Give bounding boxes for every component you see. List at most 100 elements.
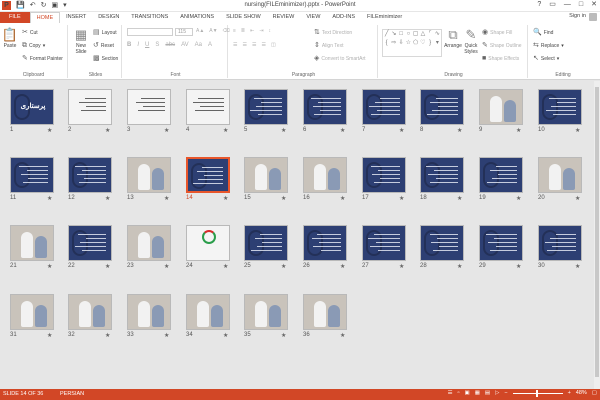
slide-thumbnail-slot[interactable]: 14 ★ — [186, 157, 238, 207]
animation-star-icon[interactable]: ★ — [105, 263, 110, 270]
format-painter-button[interactable]: ✎ Format Painter — [22, 55, 63, 62]
tab-transitions[interactable]: TRANSITIONS — [125, 12, 174, 23]
columns-icon[interactable]: ◫ — [271, 42, 276, 48]
bold-icon[interactable]: B — [127, 42, 131, 48]
help-button[interactable]: ? — [537, 1, 541, 9]
slide-thumbnail-slot[interactable]: 34 ★ — [186, 294, 238, 344]
slide-thumbnail[interactable] — [186, 157, 230, 193]
find-button[interactable]: 🔍 Find — [533, 29, 553, 36]
user-icon[interactable] — [589, 13, 597, 21]
tab-add-ins[interactable]: ADD-INS — [326, 12, 361, 23]
align-right-icon[interactable]: ☰ — [252, 42, 256, 48]
line-shape-icon[interactable]: ╱ — [383, 30, 390, 39]
cut-button[interactable]: ✂ Cut — [22, 29, 38, 36]
char-spacing-icon[interactable]: AV — [181, 42, 189, 48]
font-color-icon[interactable]: A — [208, 42, 212, 48]
font-size-combobox[interactable]: 115 — [175, 28, 193, 36]
clear-formatting-icon[interactable]: ⌫ — [223, 28, 230, 34]
slide-thumbnail[interactable] — [303, 294, 347, 330]
slide-thumbnail[interactable] — [127, 294, 171, 330]
zoom-slider-thumb[interactable] — [535, 389, 538, 397]
slide-thumbnail-slot[interactable]: 10 ★ — [538, 89, 590, 139]
slide-thumbnail[interactable] — [244, 157, 288, 193]
slide-thumbnail[interactable] — [479, 157, 523, 193]
convert-smartart-button[interactable]: ◈ Convert to SmartArt — [314, 55, 366, 62]
slide-thumbnail[interactable] — [127, 225, 171, 261]
animation-star-icon[interactable]: ★ — [164, 195, 169, 202]
animation-star-icon[interactable]: ★ — [516, 195, 521, 202]
animation-star-icon[interactable]: ★ — [105, 332, 110, 339]
arrange-button[interactable]: ⧉ Arrange — [444, 28, 462, 49]
slide-thumbnail-slot[interactable]: 22 ★ — [68, 225, 120, 275]
slide-thumbnail-slot[interactable]: 26 ★ — [303, 225, 355, 275]
animation-star-icon[interactable]: ★ — [457, 263, 462, 270]
slide-thumbnail[interactable] — [479, 225, 523, 261]
slide-thumbnail[interactable] — [420, 157, 464, 193]
shape-fill-button[interactable]: ◉ Shape Fill — [482, 29, 512, 36]
zoom-slider[interactable] — [512, 389, 563, 397]
quick-styles-button[interactable]: ✎ Quick Styles — [463, 28, 479, 55]
slide-thumbnail[interactable] — [303, 225, 347, 261]
animation-star-icon[interactable]: ★ — [164, 332, 169, 339]
tab-file[interactable]: FILE — [0, 12, 30, 23]
bullets-icon[interactable]: ≡ — [233, 28, 236, 34]
animation-star-icon[interactable]: ★ — [516, 127, 521, 134]
animation-star-icon[interactable]: ★ — [399, 127, 404, 134]
slide-thumbnail[interactable] — [68, 225, 112, 261]
animation-star-icon[interactable]: ★ — [47, 263, 52, 270]
tab-home[interactable]: HOME — [29, 12, 61, 23]
animation-star-icon[interactable]: ★ — [223, 127, 228, 134]
slide-thumbnail-slot[interactable]: 23 ★ — [127, 225, 179, 275]
increase-indent-icon[interactable]: ⇥ — [259, 28, 263, 34]
slide-thumbnail-slot[interactable]: 28 ★ — [420, 225, 472, 275]
slide-thumbnail-slot[interactable]: 21 ★ — [10, 225, 62, 275]
animation-star-icon[interactable]: ★ — [575, 127, 580, 134]
align-text-button[interactable]: ⇕ Align Text — [314, 42, 343, 49]
slide-thumbnail[interactable] — [420, 225, 464, 261]
vertical-scrollbar[interactable] — [594, 81, 600, 389]
zoom-level[interactable]: 48% — [576, 390, 587, 396]
slide-thumbnail-slot[interactable]: 12 ★ — [68, 157, 120, 207]
slide-thumbnail-slot[interactable]: 24 ★ — [186, 225, 238, 275]
copy-button[interactable]: ⧉ Copy ▾ — [22, 42, 45, 49]
minimize-button[interactable]: — — [564, 1, 571, 9]
animation-star-icon[interactable]: ★ — [164, 263, 169, 270]
slide-thumbnail[interactable] — [127, 89, 171, 125]
slide-thumbnail[interactable] — [186, 225, 230, 261]
tab-slide-show[interactable]: SLIDE SHOW — [220, 12, 267, 23]
animation-star-icon[interactable]: ★ — [457, 127, 462, 134]
reset-button[interactable]: ↺ Reset — [93, 42, 114, 49]
close-button[interactable]: ✕ — [591, 1, 597, 9]
slide-thumbnail[interactable] — [10, 225, 54, 261]
section-button[interactable]: ▩ Section — [93, 55, 118, 62]
slide-thumbnail[interactable] — [538, 89, 582, 125]
select-button[interactable]: ↖ Select ▾ — [533, 55, 559, 62]
slide-thumbnail[interactable] — [10, 294, 54, 330]
pentagon-shape-icon[interactable]: ⬠ — [412, 39, 419, 48]
rounded-rect-shape-icon[interactable]: ▢ — [412, 30, 419, 39]
slideshow-icon[interactable]: ▷ — [495, 390, 499, 396]
rectangle-shape-icon[interactable]: □ — [398, 30, 405, 39]
slide-thumbnail-slot[interactable]: 35 ★ — [244, 294, 296, 344]
slide-thumbnail-slot[interactable]: 33 ★ — [127, 294, 179, 344]
animation-star-icon[interactable]: ★ — [164, 127, 169, 134]
slide-thumbnail[interactable] — [127, 157, 171, 193]
slide-thumbnail-slot[interactable]: 8 ★ — [420, 89, 472, 139]
slide-thumbnail-slot[interactable]: 25 ★ — [244, 225, 296, 275]
more-shapes-icon[interactable]: ▾ — [434, 39, 441, 48]
animation-star-icon[interactable]: ★ — [399, 263, 404, 270]
slide-thumbnail[interactable] — [362, 89, 406, 125]
slide-thumbnail[interactable] — [244, 89, 288, 125]
slide-thumbnail-slot[interactable]: 31 ★ — [10, 294, 62, 344]
slide-sorter-icon[interactable]: ▦ — [475, 390, 480, 396]
shape-outline-button[interactable]: ✎ Shape Outline — [482, 42, 522, 49]
animation-star-icon[interactable]: ★ — [105, 195, 110, 202]
tab-fileminimizer[interactable]: FILEminimizer — [361, 12, 408, 23]
decrease-indent-icon[interactable]: ⇤ — [250, 28, 254, 34]
slide-thumbnail-slot[interactable]: 16 ★ — [303, 157, 355, 207]
slide-thumbnail-slot[interactable]: 19 ★ — [479, 157, 531, 207]
slide-thumbnail-slot[interactable]: پرستاری 1 ★ — [10, 89, 62, 139]
zoom-in-icon[interactable]: + — [568, 390, 571, 396]
heart-shape-icon[interactable]: ♡ — [419, 39, 426, 48]
slide-thumbnail[interactable] — [10, 157, 54, 193]
